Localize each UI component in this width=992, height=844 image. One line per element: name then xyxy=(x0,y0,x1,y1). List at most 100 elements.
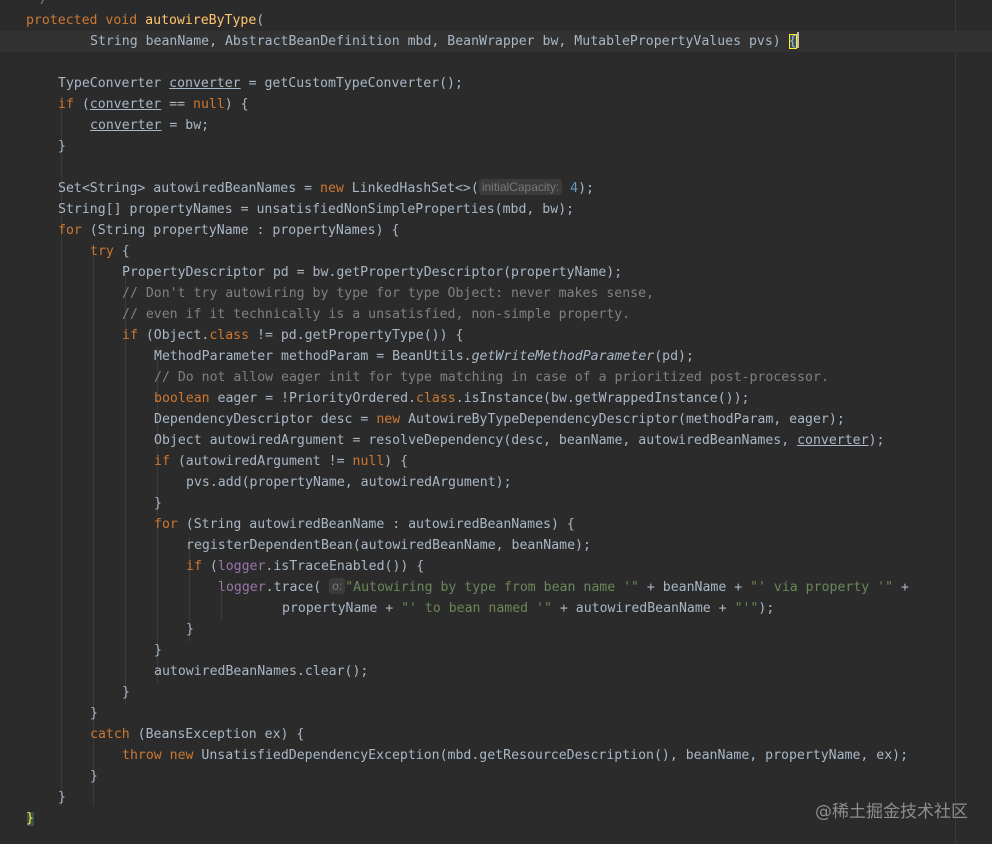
code-line[interactable]: if (converter == null) { xyxy=(0,94,992,115)
parameter-hint: initialCapacity: xyxy=(478,179,563,195)
keyword: try xyxy=(90,244,114,259)
code-text: LinkedHashSet<>( xyxy=(343,181,479,196)
code-text: = getCustomTypeConverter(); xyxy=(240,76,463,91)
static-method: getWriteMethodParameter xyxy=(471,349,655,364)
code-line[interactable]: try { xyxy=(0,241,992,262)
code-text: .trace( xyxy=(265,580,322,595)
code-line[interactable]: MethodParameter methodParam = BeanUtils.… xyxy=(0,346,992,367)
code-text: (Object. xyxy=(137,328,210,343)
code-line[interactable]: } xyxy=(0,766,992,787)
watermark: @稀土掘金技术社区 xyxy=(815,802,968,822)
code-line[interactable]: for (String propertyName : propertyNames… xyxy=(0,220,992,241)
code-text: + beanName + xyxy=(638,580,751,595)
variable: converter xyxy=(90,118,162,133)
code-line[interactable]: Object autowiredArgument = resolveDepend… xyxy=(0,430,992,451)
keyword: if xyxy=(154,454,170,469)
code-text: PropertyDescriptor pd = bw.getPropertyDe… xyxy=(122,265,623,280)
code-line[interactable]: logger.trace( o: "Autowiring by type from… xyxy=(0,577,992,598)
keyword: for xyxy=(154,517,178,532)
code-text: (String autowiredBeanName : autowiredBea… xyxy=(177,517,575,532)
code-text: } xyxy=(186,622,194,637)
string-literal: "'" xyxy=(734,601,759,616)
code-text: eager = !PriorityOrdered. xyxy=(209,391,417,406)
keyword: if xyxy=(186,559,202,574)
code-editor[interactable]: */ protected void autowireByType( String… xyxy=(0,0,992,844)
code-line[interactable]: converter = bw; xyxy=(0,115,992,136)
code-text: (pd); xyxy=(654,349,694,364)
code-line[interactable]: PropertyDescriptor pd = bw.getPropertyDe… xyxy=(0,262,992,283)
code-text: } xyxy=(154,643,162,658)
number-literal: 4 xyxy=(570,181,579,196)
code-line[interactable]: String[] propertyNames = unsatisfiedNonS… xyxy=(0,199,992,220)
code-text: ) { xyxy=(224,97,249,112)
keyword: if xyxy=(58,97,74,112)
code-line[interactable]: } xyxy=(0,619,992,640)
code-text: { xyxy=(113,244,130,259)
code-line[interactable]: */ xyxy=(32,0,992,10)
keyword: class xyxy=(209,328,250,343)
code-line[interactable]: TypeConverter converter = getCustomTypeC… xyxy=(0,73,992,94)
code-text: ); xyxy=(758,601,775,616)
code-text: Object autowiredArgument = resolveDepend… xyxy=(154,433,798,448)
code-line[interactable]: } xyxy=(0,703,992,724)
code-line[interactable]: protected void autowireByType( xyxy=(0,10,992,31)
code-text: } xyxy=(122,685,130,700)
code-text: } xyxy=(90,769,98,784)
code-line[interactable]: } xyxy=(0,640,992,661)
code-text: Set<String> autowiredBeanNames = xyxy=(58,181,321,196)
keyword: if xyxy=(122,328,138,343)
code-line[interactable]: for (String autowiredBeanName : autowire… xyxy=(0,514,992,535)
keyword: catch xyxy=(90,727,130,742)
code-line[interactable]: // even if it technically is a unsatisfi… xyxy=(0,304,992,325)
code-line[interactable]: if (autowiredArgument != null) { xyxy=(0,451,992,472)
keyword: null xyxy=(193,97,225,112)
code-line[interactable]: // Don't try autowiring by type for type… xyxy=(0,283,992,304)
text-caret xyxy=(796,32,799,48)
code-line[interactable]: registerDependentBean(autowiredBeanName,… xyxy=(0,535,992,556)
code-text: String beanName, AbstractBeanDefinition … xyxy=(90,34,789,49)
code-text: ( xyxy=(256,13,265,28)
code-line[interactable]: if (logger.isTraceEnabled()) { xyxy=(0,556,992,577)
code-line[interactable]: propertyName + "' to bean named '" + aut… xyxy=(0,598,992,619)
code-line-current[interactable]: String beanName, AbstractBeanDefinition … xyxy=(0,31,992,52)
code-text: (autowiredArgument != xyxy=(169,454,353,469)
matched-brace: } xyxy=(26,811,34,826)
keyword: void xyxy=(105,13,138,28)
matched-brace: { xyxy=(788,34,797,49)
code-line[interactable]: autowiredBeanNames.clear(); xyxy=(0,661,992,682)
code-text: } xyxy=(58,790,66,805)
code-text: registerDependentBean(autowiredBeanName,… xyxy=(186,538,591,553)
code-line[interactable]: pvs.add(propertyName, autowiredArgument)… xyxy=(0,472,992,493)
code-text: MethodParameter methodParam = BeanUtils. xyxy=(154,349,472,364)
code-line[interactable]: } xyxy=(0,493,992,514)
code-text: pvs.add(propertyName, autowiredArgument)… xyxy=(186,475,512,490)
code-line[interactable]: if (Object.class != pd.getPropertyType()… xyxy=(0,325,992,346)
field-reference: logger xyxy=(218,580,266,595)
comment-end: */ xyxy=(32,0,48,7)
code-text: UnsatisfiedDependencyException(mbd.getRe… xyxy=(193,748,909,763)
keyword: class xyxy=(416,391,456,406)
code-text: String[] propertyNames = unsatisfiedNonS… xyxy=(58,202,575,217)
code-text: ( xyxy=(73,97,90,112)
code-line[interactable]: } xyxy=(0,136,992,157)
variable: converter xyxy=(797,433,869,448)
code-line[interactable]: DependencyDescriptor desc = new Autowire… xyxy=(0,409,992,430)
keyword: protected xyxy=(26,13,98,28)
code-line[interactable]: // Do not allow eager init for type matc… xyxy=(0,367,992,388)
code-text: DependencyDescriptor desc = xyxy=(154,412,377,427)
code-text: .isTraceEnabled()) { xyxy=(265,559,425,574)
code-text: } xyxy=(154,496,162,511)
code-text: == xyxy=(161,97,194,112)
code-line[interactable]: } xyxy=(0,682,992,703)
code-line[interactable]: throw new UnsatisfiedDependencyException… xyxy=(0,745,992,766)
code-text: ) { xyxy=(384,454,409,469)
string-literal: "' via property '" xyxy=(750,580,894,595)
code-text: } xyxy=(58,139,66,154)
code-comment: // Do not allow eager init for type matc… xyxy=(154,370,829,385)
keyword: new xyxy=(376,412,401,427)
keyword: for xyxy=(58,223,82,238)
code-text: .isInstance(bw.getWrappedInstance()); xyxy=(455,391,750,406)
code-line[interactable]: catch (BeansException ex) { xyxy=(0,724,992,745)
code-line[interactable]: Set<String> autowiredBeanNames = new Lin… xyxy=(0,178,992,199)
code-line[interactable]: boolean eager = !PriorityOrdered.class.i… xyxy=(0,388,992,409)
